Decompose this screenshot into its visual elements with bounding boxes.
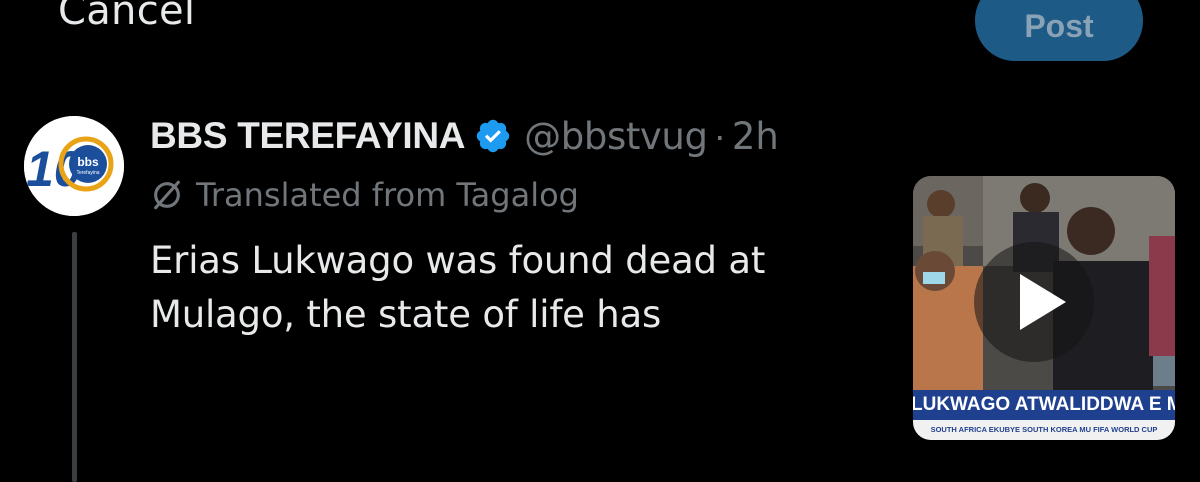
- tweet-text: Erias Lukwago was found dead at Mulago, …: [150, 239, 766, 336]
- thread-line: [72, 232, 77, 482]
- display-name[interactable]: BBS TEREFAYINA: [150, 115, 465, 157]
- handle[interactable]: @bbstvug: [524, 115, 708, 158]
- tweet-header: BBS TEREFAYINA @bbstvug · 2h: [150, 108, 779, 164]
- logo-subtext: Terefayina: [76, 170, 99, 176]
- news-ticker: LUKWAGO ATWALIDDWA E MULAGO: [913, 390, 1175, 420]
- video-thumbnail[interactable]: LUKWAGO ATWALIDDWA E MULAGO SOUTH AFRICA…: [913, 176, 1175, 440]
- translation-note[interactable]: Translated from Tagalog: [150, 172, 579, 218]
- post-button[interactable]: Post: [975, 0, 1143, 61]
- translate-icon: [154, 180, 180, 210]
- separator-dot: ·: [713, 115, 726, 156]
- avatar[interactable]: 10 bbs Terefayina: [24, 116, 124, 216]
- logo-text: bbs: [77, 155, 99, 169]
- verified-badge-icon: [474, 117, 512, 155]
- cancel-button[interactable]: Cancel: [58, 0, 195, 34]
- news-subticker: SOUTH AFRICA EKUBYE SOUTH KOREA MU FIFA …: [913, 420, 1175, 440]
- bbs-logo: 10 bbs Terefayina: [24, 116, 124, 216]
- play-icon[interactable]: [974, 242, 1094, 362]
- timestamp[interactable]: 2h: [732, 115, 779, 158]
- translation-label: Translated from Tagalog: [196, 176, 579, 214]
- compose-top-bar: Cancel Post: [0, 0, 1200, 70]
